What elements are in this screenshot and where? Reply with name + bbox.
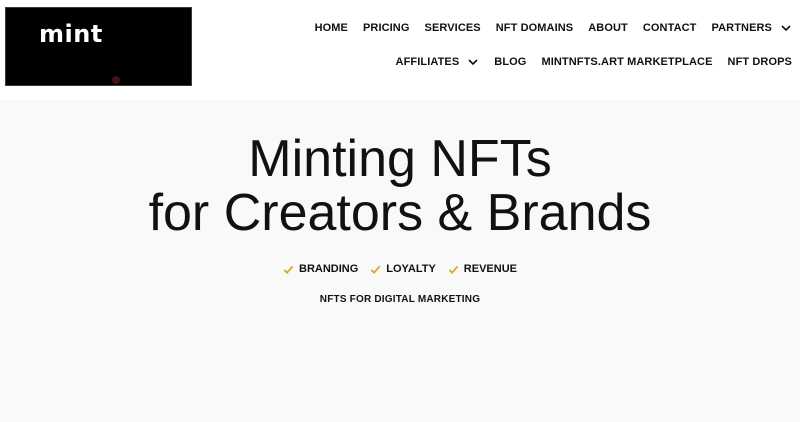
logo-text: mint [39,20,103,48]
feature-item: BRANDING [283,263,358,275]
feature-label: BRANDING [299,263,359,275]
hero-title-line-2: for Creators & Brands [148,184,652,242]
logo-mark [112,76,120,84]
feature-label: LOYALTY [386,263,436,275]
main-nav-row-2: AFFILIATES BLOG MINTNFTS.ART MARKETPLACE… [396,56,792,68]
nav-contact[interactable]: CONTACT [643,22,697,34]
site-logo[interactable]: mint [5,7,192,86]
check-icon [283,265,294,274]
nav-marketplace[interactable]: MINTNFTS.ART MARKETPLACE [541,56,712,68]
chevron-down-icon[interactable] [780,22,792,34]
check-icon [448,265,459,274]
hero-title-line-1: Minting NFTs [248,130,552,188]
nav-nft-domains[interactable]: NFT DOMAINS [496,22,573,34]
nav-home[interactable]: HOME [315,22,348,34]
feature-item: LOYALTY [370,263,436,275]
check-icon [371,265,381,274]
nav-pricing[interactable]: PRICING [363,22,410,34]
chevron-down-icon[interactable] [467,56,479,68]
main-nav-row-1: HOME PRICING SERVICES NFT DOMAINS ABOUT … [315,22,792,34]
nav-about[interactable]: ABOUT [588,22,628,34]
site-header: mint HOME PRICING SERVICES NFT DOMAINS A… [0,0,800,100]
nav-partners[interactable]: PARTNERS [712,22,793,34]
nav-services[interactable]: SERVICES [425,22,481,34]
feature-label: REVENUE [463,263,517,275]
hero-title: Minting NFTs for Creators & Brands [0,132,800,240]
feature-list: BRANDING LOYALTY REVENUE [0,263,800,275]
nav-affiliates[interactable]: AFFILIATES [396,56,480,68]
hero-tagline: NFTS FOR DIGITAL MARKETING [319,294,481,305]
nav-partners-label: PARTNERS [711,22,772,34]
nav-affiliates-label: AFFILIATES [395,56,460,68]
nav-blog[interactable]: BLOG [494,56,526,68]
nav-nft-drops[interactable]: NFT DROPS [728,56,792,68]
feature-item: REVENUE [448,263,517,275]
